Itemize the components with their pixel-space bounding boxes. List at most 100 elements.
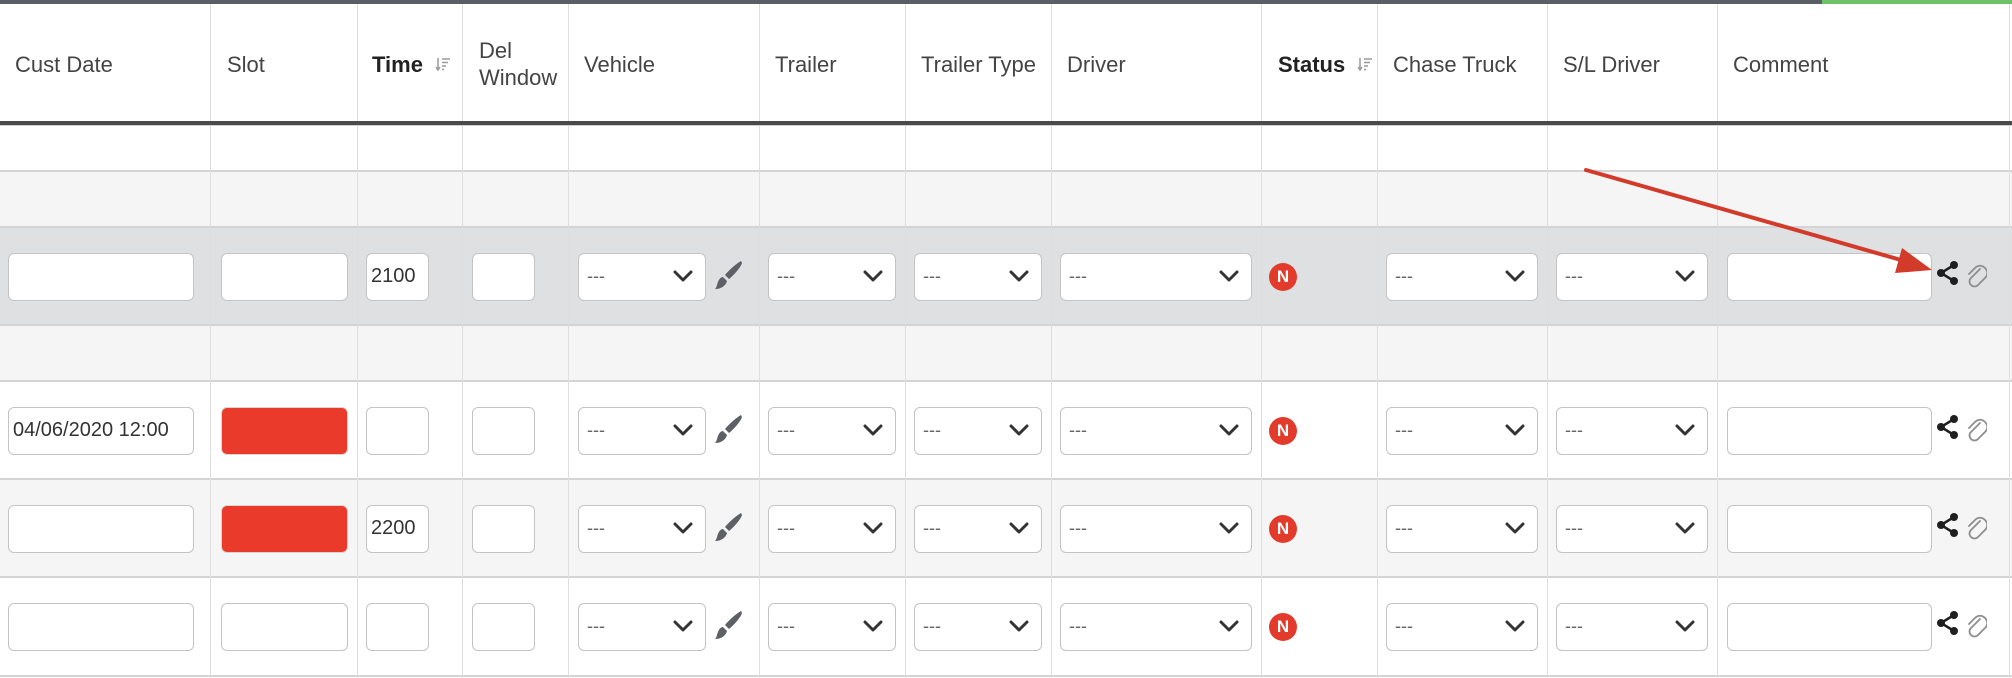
trailer-type-select[interactable]: --- xyxy=(914,253,1042,301)
paperclip-icon[interactable] xyxy=(1965,417,1989,443)
select-value: --- xyxy=(1069,266,1087,286)
paintbrush-icon[interactable] xyxy=(711,510,745,544)
trailer-select[interactable]: --- xyxy=(768,603,896,651)
header-label: Comment xyxy=(1733,51,1829,77)
select-value: --- xyxy=(587,518,605,538)
header-label: S/L Driver xyxy=(1563,51,1660,77)
time-input[interactable] xyxy=(366,603,429,651)
chase-truck-select[interactable]: --- xyxy=(1386,505,1538,553)
share-icon[interactable] xyxy=(1936,260,1960,286)
chevron-down-icon xyxy=(1505,424,1525,436)
vehicle-select[interactable]: --- xyxy=(578,407,706,455)
del-window-input[interactable] xyxy=(472,253,535,301)
chevron-down-icon xyxy=(1219,424,1239,436)
time-input[interactable]: 2200 xyxy=(366,505,429,553)
slot-input[interactable] xyxy=(221,407,348,455)
column-header-trailer-type[interactable]: Trailer Type xyxy=(906,4,1051,124)
select-value: --- xyxy=(923,420,941,440)
cust-date-input[interactable] xyxy=(8,253,194,301)
column-header-status[interactable]: Status xyxy=(1262,4,1377,124)
comment-input[interactable] xyxy=(1727,505,1932,553)
cust-date-input[interactable]: 04/06/2020 12:00 xyxy=(8,407,194,455)
chevron-down-icon xyxy=(1505,522,1525,534)
column-header-trailer[interactable]: Trailer xyxy=(760,4,905,124)
column-header-time[interactable]: Time xyxy=(358,4,462,124)
column-header-comment[interactable]: Comment xyxy=(1718,4,2008,124)
paperclip-icon[interactable] xyxy=(1965,263,1989,289)
empty-row xyxy=(0,126,2012,171)
cust-date-input[interactable] xyxy=(8,603,194,651)
paintbrush-icon[interactable] xyxy=(711,258,745,292)
del-window-input[interactable] xyxy=(472,505,535,553)
trailer-type-select[interactable]: --- xyxy=(914,505,1042,553)
trailer-select[interactable]: --- xyxy=(768,407,896,455)
trailer-select[interactable]: --- xyxy=(768,253,896,301)
share-icon[interactable] xyxy=(1936,512,1960,538)
comment-input[interactable] xyxy=(1727,253,1932,301)
chase-truck-select[interactable]: --- xyxy=(1386,603,1538,651)
select-value: --- xyxy=(1565,266,1583,286)
header-label: Slot xyxy=(227,51,265,77)
sl-driver-select[interactable]: --- xyxy=(1556,603,1708,651)
column-header-cust-date[interactable]: Cust Date xyxy=(0,4,210,124)
comment-input[interactable] xyxy=(1727,407,1932,455)
del-window-input[interactable] xyxy=(472,603,535,651)
chevron-down-icon xyxy=(1009,522,1029,534)
select-value: --- xyxy=(1395,616,1413,636)
comment-input[interactable] xyxy=(1727,603,1932,651)
chevron-down-icon xyxy=(673,620,693,632)
trailer-type-select[interactable]: --- xyxy=(914,603,1042,651)
column-header-driver[interactable]: Driver xyxy=(1052,4,1261,124)
driver-select[interactable]: --- xyxy=(1060,603,1252,651)
vehicle-select[interactable]: --- xyxy=(578,505,706,553)
chase-truck-select[interactable]: --- xyxy=(1386,253,1538,301)
sort-descending-icon[interactable] xyxy=(435,56,451,72)
select-value: --- xyxy=(1069,420,1087,440)
trailer-type-select[interactable]: --- xyxy=(914,407,1042,455)
sort-descending-icon[interactable] xyxy=(1357,56,1373,72)
trailer-select[interactable]: --- xyxy=(768,505,896,553)
paperclip-icon[interactable] xyxy=(1965,515,1989,541)
select-value: --- xyxy=(1565,518,1583,538)
cust-date-input[interactable] xyxy=(8,505,194,553)
sl-driver-select[interactable]: --- xyxy=(1556,253,1708,301)
driver-select[interactable]: --- xyxy=(1060,505,1252,553)
slot-input[interactable] xyxy=(221,505,348,553)
column-header-chase-truck[interactable]: Chase Truck xyxy=(1378,4,1547,124)
column-header-vehicle[interactable]: Vehicle xyxy=(569,4,759,124)
driver-select[interactable]: --- xyxy=(1060,253,1252,301)
paintbrush-icon[interactable] xyxy=(711,412,745,446)
header-label: Driver xyxy=(1067,51,1126,77)
slot-input[interactable] xyxy=(221,253,348,301)
time-input[interactable] xyxy=(366,407,429,455)
header-label: Chase Truck xyxy=(1393,51,1517,77)
column-header-slot[interactable]: Slot xyxy=(212,4,357,124)
sl-driver-select[interactable]: --- xyxy=(1556,505,1708,553)
chevron-down-icon xyxy=(863,424,883,436)
chevron-down-icon xyxy=(1009,620,1029,632)
chevron-down-icon xyxy=(1675,270,1695,282)
header-label: Time xyxy=(372,51,423,77)
select-value: --- xyxy=(1069,518,1087,538)
chevron-down-icon xyxy=(1675,424,1695,436)
column-header-del-window[interactable]: Del Window xyxy=(463,4,568,124)
chevron-down-icon xyxy=(673,424,693,436)
select-value: --- xyxy=(777,420,795,440)
vehicle-select[interactable]: --- xyxy=(578,603,706,651)
slot-input[interactable] xyxy=(221,603,348,651)
driver-select[interactable]: --- xyxy=(1060,407,1252,455)
paintbrush-icon[interactable] xyxy=(711,608,745,642)
column-header-sl-driver[interactable]: S/L Driver xyxy=(1548,4,1717,124)
time-input[interactable]: 2100 xyxy=(366,253,429,301)
select-value: --- xyxy=(777,518,795,538)
paperclip-icon[interactable] xyxy=(1965,613,1989,639)
chevron-down-icon xyxy=(1505,620,1525,632)
vehicle-select[interactable]: --- xyxy=(578,253,706,301)
chase-truck-select[interactable]: --- xyxy=(1386,407,1538,455)
select-value: --- xyxy=(1395,518,1413,538)
share-icon[interactable] xyxy=(1936,610,1960,636)
select-value: --- xyxy=(587,266,605,286)
del-window-input[interactable] xyxy=(472,407,535,455)
share-icon[interactable] xyxy=(1936,414,1960,440)
sl-driver-select[interactable]: --- xyxy=(1556,407,1708,455)
